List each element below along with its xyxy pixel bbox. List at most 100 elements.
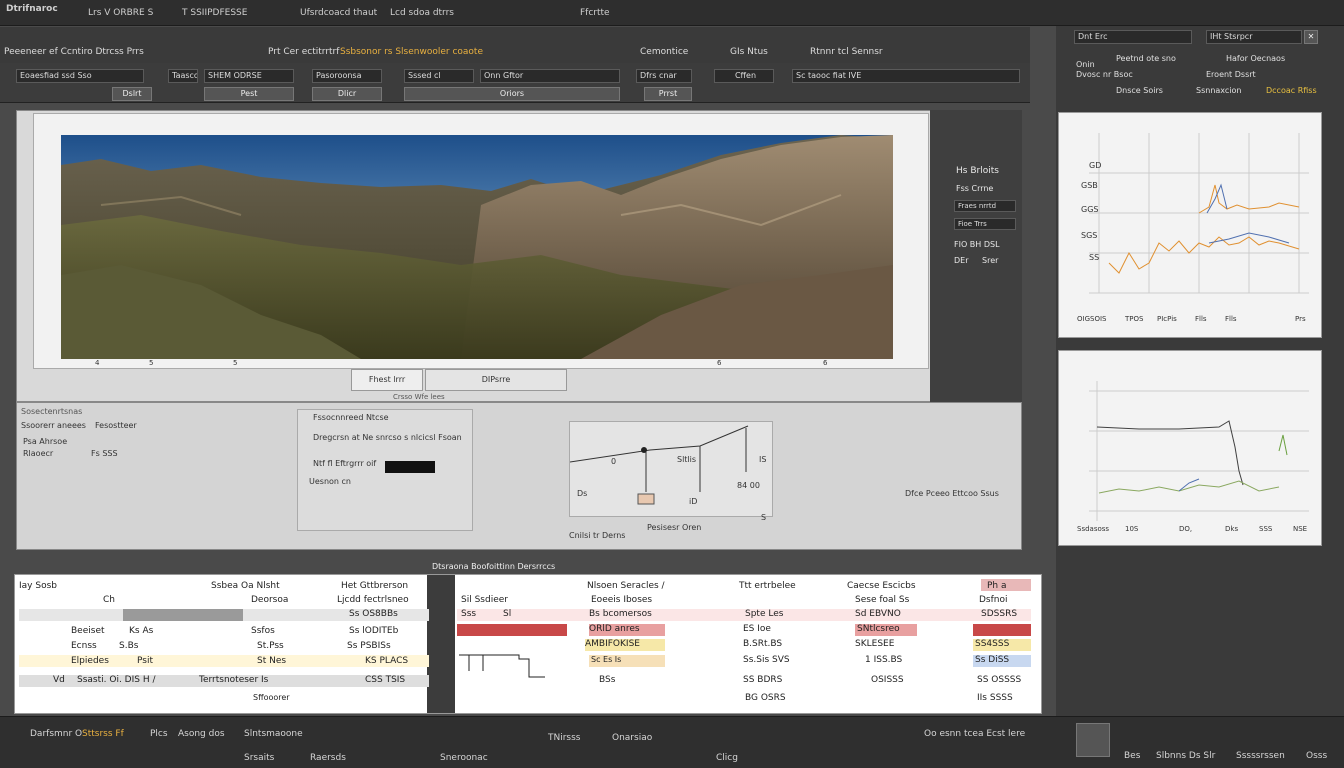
status-item[interactable]: Oo esnn tcea Ecst lere <box>924 729 1025 739</box>
canvas-tab[interactable]: Fhest lrrr <box>351 369 423 391</box>
toolbar-label[interactable]: Peeeneer ef Ccntiro Dtrcss Prrs <box>4 47 144 57</box>
table-header[interactable]: Caecse Escicbs <box>847 581 916 591</box>
close-button[interactable]: ✕ <box>1304 30 1318 44</box>
table-subheader: Sil Ssdieer <box>461 595 508 605</box>
mountain-landscape-image <box>61 135 893 359</box>
status-item[interactable]: Srsaits <box>244 753 274 763</box>
table-header[interactable]: Ttt ertrbelee <box>739 581 796 591</box>
text-field[interactable]: Pasoroonsa <box>312 69 382 83</box>
side-field[interactable]: Dnt Erc <box>1074 30 1192 44</box>
table-cell: CSS TSIS <box>365 675 406 685</box>
toolbar-button[interactable]: Prrst <box>644 87 692 101</box>
table-header[interactable]: Iay Sosb <box>19 581 57 591</box>
text-field[interactable]: SHEM ODRSE <box>204 69 294 83</box>
table-cell: Ss OS8BBs <box>349 609 398 619</box>
table-cell: Sffooorer <box>253 693 290 702</box>
status-item[interactable]: Osss <box>1306 751 1327 761</box>
form-line: Dregcrsn at Ne snrcso s nlcicsl Fsoan <box>313 433 462 442</box>
status-item[interactable]: Clicg <box>716 753 738 763</box>
y-tick: GGS <box>1081 205 1099 214</box>
side-field[interactable]: IHt Stsrpcr <box>1206 30 1302 44</box>
zoom-field[interactable]: Cffen <box>714 69 774 83</box>
diagram-label: IS <box>759 455 767 464</box>
status-item[interactable]: Onarsiao <box>612 733 652 743</box>
side-label: Ssnnaxcion <box>1196 86 1242 95</box>
ruler-tick: 6 <box>717 359 722 367</box>
text-field[interactable]: Dfrs cnar <box>636 69 692 83</box>
status-item[interactable]: Plcs <box>150 729 168 739</box>
table-cell: SNtlcsreo <box>857 624 900 634</box>
image-canvas[interactable]: 4 5 5 6 6 Fhest lrrr DIPsrre Crsso Wfe l… <box>16 110 1022 402</box>
property-field[interactable]: Fioe Trrs <box>954 218 1016 230</box>
table-cell: Ss DiSS <box>975 655 1010 665</box>
diagram-box <box>569 421 773 517</box>
status-item[interactable]: Sneroonac <box>440 753 488 763</box>
status-item[interactable]: Sttsrss Ff <box>82 729 124 739</box>
field-label: Psa Ahrsoe <box>23 437 68 446</box>
toolbar-label[interactable]: Ssbsonor rs Slsenwooler coaote <box>340 47 483 57</box>
table-cell: ES Ioe <box>743 624 771 634</box>
field-label: Fs SSS <box>91 449 118 458</box>
toolbar-button[interactable]: Dslrt <box>112 87 152 101</box>
text-field[interactable]: Onn Gftor <box>480 69 620 83</box>
diagram-label: Ds <box>577 489 588 498</box>
text-field[interactable]: Taasco <box>168 69 198 83</box>
toolbar-button[interactable]: Oriors <box>404 87 620 101</box>
table-cell: BG OSRS <box>745 693 786 703</box>
text-field[interactable]: Sc taooc fiat IVE <box>792 69 1020 83</box>
status-bar-red <box>457 624 567 636</box>
table-cell: Ss lODITEb <box>349 626 399 636</box>
x-tick: OIGSOIS <box>1077 315 1107 323</box>
form-input[interactable] <box>385 461 435 473</box>
table-cell: Spte Les <box>745 609 784 619</box>
thumbnail-icon[interactable] <box>1076 723 1110 757</box>
landscape-photo[interactable] <box>61 135 893 359</box>
toolbar-label[interactable]: Rtnnr tcl Sennsr <box>810 47 883 57</box>
status-item[interactable]: Sssssrssen <box>1236 751 1285 761</box>
table-cell: B.SRt.BS <box>743 639 783 649</box>
toolbar-label[interactable]: Cemontice <box>640 47 688 57</box>
table-header[interactable]: Nlsoen Seracles / <box>587 581 665 591</box>
table-cell: Sl <box>503 609 512 619</box>
table-header[interactable]: Het Gttbrerson <box>341 581 408 591</box>
table-cell: SS BDRS <box>743 675 783 685</box>
status-item[interactable]: Raersds <box>310 753 346 763</box>
status-item[interactable]: Slbnns Ds Slr <box>1156 751 1215 761</box>
status-item[interactable]: Asong dos <box>178 729 225 739</box>
status-item[interactable]: Slntsmaoone <box>244 729 303 739</box>
toolbar-label[interactable]: Prt Cer ectitrrtrf <box>268 47 339 57</box>
table-cell: Ssasti. Oi. DIS H / <box>77 675 156 685</box>
connection-diagram <box>569 425 749 505</box>
selection-bar <box>123 609 243 621</box>
ruler-tick: 5 <box>149 359 154 367</box>
side-label: Onin <box>1076 60 1095 69</box>
panel-subtitle: Fss Crrne <box>956 184 994 193</box>
table-cell: Ss PSBISs <box>347 641 391 651</box>
table-row[interactable] <box>457 609 1031 621</box>
menu-item[interactable]: Ufsrdcoacd thaut <box>300 8 377 18</box>
menu-item[interactable]: Lrs V ORBRE S <box>88 8 153 18</box>
status-item[interactable]: Bes <box>1124 751 1140 761</box>
menu-item[interactable]: Ffcrtte <box>580 8 610 18</box>
menu-item[interactable]: T SSIIPDFESSE <box>182 8 247 18</box>
toolbar-button[interactable]: Pest <box>204 87 294 101</box>
status-item[interactable]: TNirsss <box>548 733 581 743</box>
field-label: Ssoorerr aneees <box>21 421 86 430</box>
x-tick: TPOS <box>1125 315 1144 323</box>
toolbar-button[interactable]: Dlicr <box>312 87 382 101</box>
text-field[interactable]: Eoaesfiad ssd Sso <box>16 69 144 83</box>
line-chart-upper[interactable]: GD GSB GGS SGS SS OIGSOIS TPOS PIcPis Fl… <box>1058 112 1322 338</box>
form-field-label: Ntf fl Eftrgrrr oif <box>313 459 377 468</box>
text-field[interactable]: Sssed cl <box>404 69 474 83</box>
property-field[interactable]: Fraes nrrtd <box>954 200 1016 212</box>
line-chart-lower[interactable]: Ssdasoss 10S DO, Dks SSS NSE <box>1058 350 1322 546</box>
toolbar-label[interactable]: GIs Ntus <box>730 47 768 57</box>
table-cell: Beeiset <box>71 626 105 636</box>
status-item[interactable]: Darfsmnr O <box>30 729 82 739</box>
table-header[interactable]: Ssbea Oa Nlsht <box>211 581 280 591</box>
table-header[interactable]: Ph a <box>987 581 1007 591</box>
canvas-tab[interactable]: DIPsrre <box>425 369 567 391</box>
table-cell: Vd <box>53 675 65 685</box>
menu-item[interactable]: Lcd sdoa dtrrs <box>390 8 454 18</box>
form-title: Fssocnnreed Ntcse <box>313 413 389 422</box>
